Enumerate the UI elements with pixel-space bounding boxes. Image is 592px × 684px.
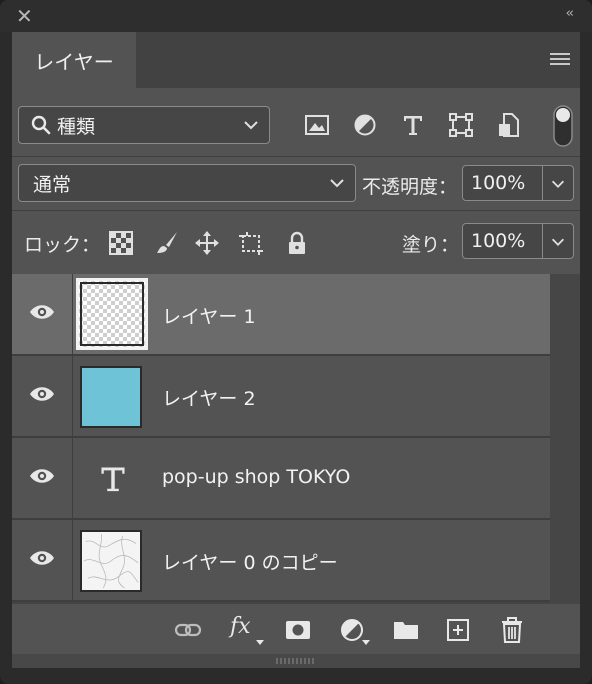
lock-image-icon[interactable] [154,230,180,256]
lock-all-icon[interactable] [284,230,310,256]
layers-list: レイヤー 1 レイヤー 2 pop-up shop TOKYO レイヤー 0 の… [12,274,580,604]
divider [12,210,580,211]
lock-transparent-icon[interactable] [108,230,134,256]
scrollbar-track[interactable] [550,274,580,604]
fill-chevron-icon[interactable] [549,235,567,249]
opacity-field[interactable]: 100% [462,165,574,201]
layers-panel: レイヤー 種類 通常 不透明度： 100% ロック： 塗り： 100% レイヤー… [12,32,580,668]
type-filter-icon[interactable] [400,112,426,138]
lock-label: ロック： [24,234,101,256]
chevron-down-icon [244,121,258,130]
smart-object-filter-icon[interactable] [496,112,522,138]
layer-row[interactable]: pop-up shop TOKYO [12,438,550,520]
adjustment-dropdown-indicator [362,640,370,645]
layers-panel-window: ✕ ‹‹ レイヤー 種類 通常 不透明度： 100% ロック： 塗り： 100%… [0,0,592,684]
fx-icon[interactable]: fx [230,614,264,642]
lock-position-icon[interactable] [194,230,220,256]
eye-icon[interactable] [28,303,56,321]
layer-name[interactable]: レイヤー 0 のコピー [162,548,338,575]
title-bar: ✕ ‹‹ [0,0,592,32]
close-icon[interactable]: ✕ [16,4,33,28]
shape-filter-icon[interactable] [448,112,474,138]
filter-kind-label: 種類 [57,115,96,138]
blend-mode-dropdown[interactable]: 通常 [18,164,356,202]
adjustment-filter-icon[interactable] [352,112,378,138]
fx-dropdown-indicator [256,640,264,645]
group-folder-icon[interactable] [392,616,420,644]
filter-toggle[interactable] [552,104,574,148]
fill-label: 塗り： [402,234,460,256]
trash-icon[interactable] [498,616,526,644]
layer-row[interactable]: レイヤー 0 のコピー [12,520,550,602]
layer-thumbnail [80,530,142,592]
panel-menu-icon[interactable] [550,53,570,67]
filter-kind-dropdown[interactable]: 種類 [18,106,270,144]
layer-row[interactable]: レイヤー 1 [12,274,550,356]
mask-icon[interactable] [284,616,312,644]
layer-name[interactable]: レイヤー 1 [162,302,256,329]
panel-footer: fx [12,604,580,654]
eye-icon[interactable] [28,467,56,485]
fill-value: 100% [471,230,526,252]
layer-name[interactable]: pop-up shop TOKYO [162,466,350,488]
resize-grip[interactable] [12,654,580,668]
tab-bar: レイヤー [12,32,580,88]
search-icon [31,115,51,135]
opacity-value: 100% [471,172,526,194]
fill-field[interactable]: 100% [462,223,574,259]
blend-mode-value: 通常 [33,173,72,196]
tab-layers[interactable]: レイヤー [12,32,136,88]
layer-thumbnail [76,278,148,350]
chevron-down-icon [330,179,344,188]
layer-thumbnail [80,366,142,428]
image-filter-icon[interactable] [304,112,330,138]
opacity-chevron-icon[interactable] [549,177,567,191]
layer-row[interactable]: レイヤー 2 [12,356,550,438]
lock-artboard-icon[interactable] [238,230,264,256]
new-layer-icon[interactable] [444,616,472,644]
eye-icon[interactable] [28,549,56,567]
opacity-label: 不透明度： [362,176,458,198]
divider [12,156,580,157]
type-layer-icon [101,467,125,492]
eye-icon[interactable] [28,385,56,403]
link-icon[interactable] [174,616,202,644]
layer-name[interactable]: レイヤー 2 [162,384,256,411]
collapse-panel-icon[interactable]: ‹‹ [566,6,575,21]
filter-row: 種類 [12,88,580,156]
